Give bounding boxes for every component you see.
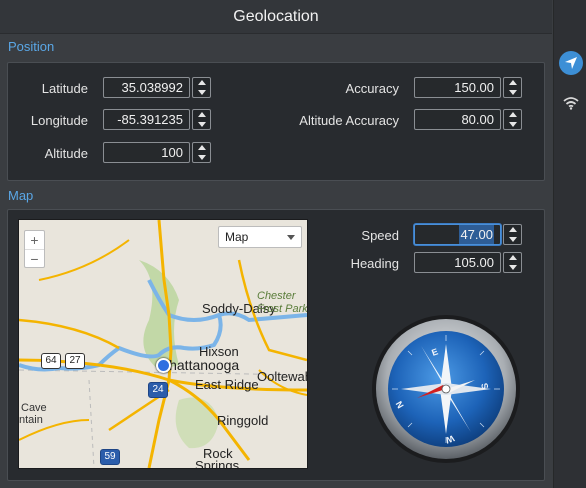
map-place-frost-park: Frost Park: [257, 303, 308, 315]
stepper-down-icon[interactable]: [504, 263, 521, 272]
right-rail: [553, 0, 586, 488]
altitude-accuracy-label: Altitude Accuracy: [299, 113, 399, 128]
stepper-up-icon[interactable]: [504, 78, 521, 87]
stepper-down-icon[interactable]: [504, 88, 521, 97]
altitude-accuracy-input[interactable]: 80.00: [414, 109, 501, 130]
accuracy-input[interactable]: 150.00: [414, 77, 501, 98]
stepper-up-icon[interactable]: [504, 225, 521, 234]
zoom-control: + −: [24, 230, 45, 268]
stepper-down-icon[interactable]: [504, 120, 521, 129]
accuracy-stepper[interactable]: [503, 77, 522, 98]
chevron-down-icon: [287, 235, 295, 240]
stepper-up-icon[interactable]: [193, 110, 210, 119]
heading-stepper[interactable]: [503, 252, 522, 273]
latitude-stepper[interactable]: [192, 77, 211, 98]
map-place-ringgold: Ringgold: [217, 413, 269, 428]
stepper-down-icon[interactable]: [193, 120, 210, 129]
longitude-stepper[interactable]: [192, 109, 211, 130]
route-shield: 24: [148, 382, 168, 398]
window-title: Geolocation: [0, 0, 552, 34]
map-section-label: Map: [8, 188, 34, 203]
stepper-down-icon[interactable]: [193, 88, 210, 97]
map-place-chattanooga: Chattanooga: [159, 357, 240, 373]
stepper-up-icon[interactable]: [504, 253, 521, 262]
speed-label: Speed: [361, 228, 399, 243]
map-place-chester: Chester: [257, 290, 296, 302]
stepper-up-icon[interactable]: [193, 78, 210, 87]
speed-stepper[interactable]: [503, 224, 522, 245]
map-type-select[interactable]: Map: [218, 226, 302, 248]
stepper-up-icon[interactable]: [193, 143, 210, 152]
altitude-accuracy-stepper[interactable]: [503, 109, 522, 130]
map-background: [19, 220, 307, 468]
zoom-out-button[interactable]: −: [25, 249, 44, 268]
speed-input[interactable]: 47.00: [414, 224, 501, 245]
route-shield: 59: [100, 449, 120, 465]
location-arrow-icon[interactable]: [559, 51, 583, 75]
map-place-ooltewah: Ooltewah: [257, 369, 308, 384]
longitude-input[interactable]: -85.391235: [103, 109, 190, 130]
latitude-label: Latitude: [41, 81, 88, 96]
location-marker[interactable]: [156, 358, 171, 373]
map-place-cave: Cave: [21, 402, 47, 414]
position-section-label: Position: [8, 39, 55, 54]
altitude-stepper[interactable]: [192, 142, 211, 163]
zoom-in-button[interactable]: +: [25, 231, 44, 249]
stepper-up-icon[interactable]: [504, 110, 521, 119]
heading-label: Heading: [350, 256, 399, 271]
latitude-input[interactable]: 35.038992: [103, 77, 190, 98]
heading-input[interactable]: 105.00: [414, 252, 501, 273]
stepper-down-icon[interactable]: [504, 235, 521, 244]
map-view[interactable]: + − Map Soddy-Daisy Chester Frost Park H…: [18, 219, 308, 469]
map-place-springs: Springs: [195, 458, 240, 469]
altitude-input[interactable]: 100: [103, 142, 190, 163]
longitude-label: Longitude: [30, 113, 88, 128]
route-shield: 27: [65, 353, 85, 369]
map-place-ntain: ntain: [19, 414, 43, 426]
altitude-label: Altitude: [44, 146, 88, 161]
accuracy-label: Accuracy: [345, 81, 399, 96]
route-shield: 64: [41, 353, 61, 369]
map-place-east-ridge: East Ridge: [195, 377, 259, 392]
wifi-icon[interactable]: [563, 96, 579, 110]
compass-icon: E S N W: [372, 315, 520, 463]
stepper-down-icon[interactable]: [193, 153, 210, 162]
